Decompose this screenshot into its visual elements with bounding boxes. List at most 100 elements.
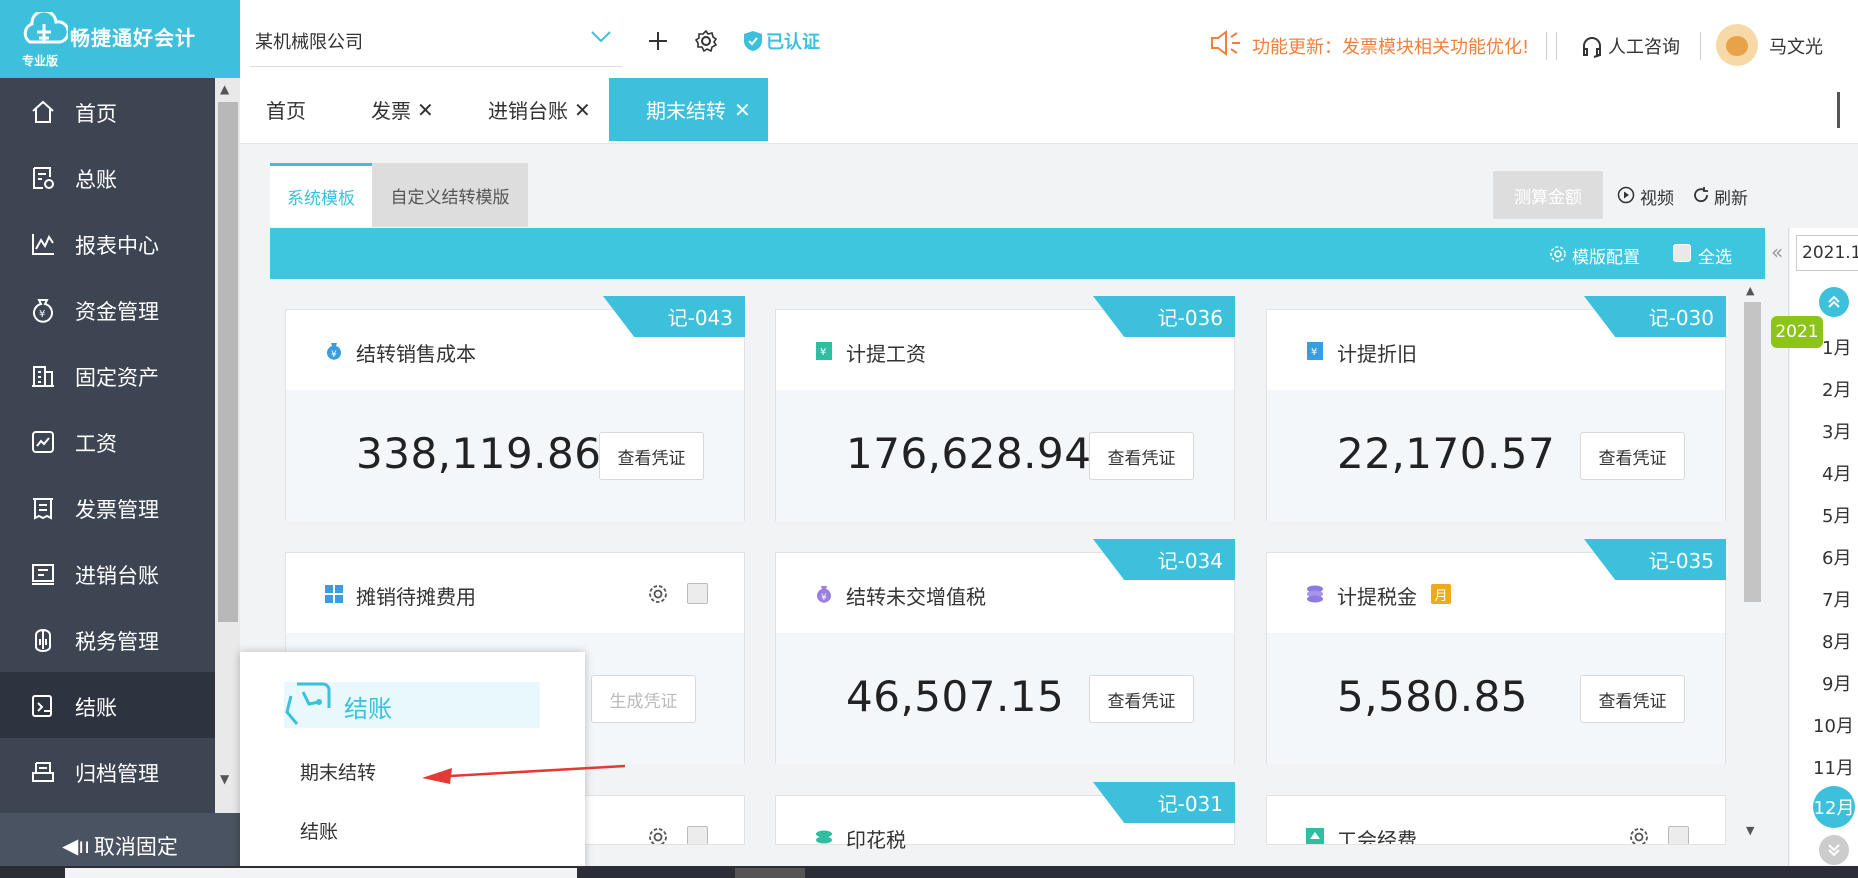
card-checkbox[interactable] bbox=[1668, 826, 1689, 844]
sidebar-item-archive[interactable]: 归档管理 bbox=[0, 738, 215, 804]
user-name[interactable]: 马文光 bbox=[1769, 33, 1823, 59]
card-sales-cost: ¥ 结转销售成本 记-043 338,119.86 查看凭证 bbox=[285, 296, 745, 521]
card-amount: 5,580.85 bbox=[1337, 672, 1529, 721]
app-logo[interactable]: 畅捷通好会计 专业版 bbox=[0, 0, 240, 78]
card-amount: 338,119.86 bbox=[356, 429, 602, 478]
speaker-back-icon: ◀ıı bbox=[62, 833, 90, 858]
unpin-label: 取消固定 bbox=[93, 834, 178, 859]
chevron-down-glyph bbox=[1828, 844, 1840, 857]
salary-doc-icon: ¥ bbox=[816, 342, 832, 360]
year-badge[interactable]: 2021 bbox=[1771, 316, 1823, 348]
update-notice-link[interactable]: 功能更新：发票模块相关功能优化! bbox=[1252, 33, 1529, 59]
divider bbox=[1700, 32, 1701, 60]
month-item-selected[interactable]: 12月 bbox=[1813, 786, 1855, 828]
tab-custom-template[interactable]: 自定义结转模版 bbox=[372, 163, 528, 227]
close-icon[interactable]: ✕ bbox=[574, 98, 591, 122]
voucher-number: 记-030 bbox=[1648, 306, 1714, 330]
close-icon[interactable]: ✕ bbox=[417, 98, 434, 122]
sidebar-item-ledger[interactable]: 总账 bbox=[0, 144, 215, 210]
gear-icon[interactable] bbox=[647, 583, 669, 605]
scroll-up-arrow-icon[interactable]: ▲ bbox=[220, 82, 229, 96]
tab-period-end-transfer[interactable]: 期末结转 ✕ bbox=[609, 78, 768, 141]
calculate-amount-button[interactable]: 测算金额 bbox=[1493, 171, 1603, 219]
card-accrued-salary: ¥ 计提工资 记-036 176,628.94 查看凭证 bbox=[775, 296, 1235, 521]
sidebar-item-invoice[interactable]: 发票管理 bbox=[0, 474, 215, 540]
month-item[interactable]: 9月 bbox=[1822, 670, 1851, 696]
card-amount: 22,170.57 bbox=[1337, 429, 1556, 478]
chevron-up-icon[interactable] bbox=[1819, 287, 1849, 317]
sidebar-item-fixed-assets[interactable]: 固定资产 bbox=[0, 342, 215, 408]
headset-icon bbox=[1583, 37, 1601, 58]
tab-home[interactable]: 首页 bbox=[240, 78, 340, 141]
sidebar-item-close-account[interactable]: 结账 bbox=[0, 672, 215, 738]
scroll-down-arrow-icon[interactable]: ▼ bbox=[1746, 824, 1754, 837]
sidebar-item-sales-ledger[interactable]: 进销台账 bbox=[0, 540, 215, 606]
submenu-item-period-end-transfer[interactable]: 期末结转 bbox=[300, 758, 376, 785]
voucher-tag[interactable]: 记-031 bbox=[1093, 782, 1235, 823]
generate-voucher-button[interactable]: 生成凭证 bbox=[591, 675, 696, 723]
card-title: 工会经费 bbox=[1337, 828, 1417, 845]
view-voucher-button[interactable]: 查看凭证 bbox=[1580, 675, 1685, 723]
refresh-icon bbox=[1694, 187, 1708, 203]
refresh-link[interactable]: 刷新 bbox=[1714, 184, 1748, 209]
month-item[interactable]: 6月 bbox=[1822, 544, 1851, 570]
card-union-fee: 工会经费 bbox=[1266, 795, 1726, 845]
tab-sales-ledger[interactable]: 进销台账 ✕ bbox=[462, 78, 607, 141]
month-item[interactable]: 7月 bbox=[1822, 586, 1851, 612]
view-voucher-button[interactable]: 查看凭证 bbox=[599, 432, 704, 480]
chevron-down-icon[interactable] bbox=[590, 30, 612, 44]
submenu-item-close-account[interactable]: 结账 bbox=[300, 817, 338, 844]
human-consult-link[interactable]: 人工咨询 bbox=[1608, 33, 1680, 59]
gear-icon[interactable] bbox=[647, 826, 669, 845]
month-item[interactable]: 5月 bbox=[1822, 502, 1851, 528]
company-select[interactable]: 某机械限公司 bbox=[255, 28, 363, 54]
select-all-label[interactable]: 全选 bbox=[1698, 243, 1732, 268]
subtab-label: 自定义结转模版 bbox=[390, 187, 510, 208]
plus-icon[interactable] bbox=[647, 30, 669, 52]
collapse-panel-icon[interactable]: « bbox=[1771, 240, 1783, 264]
sidebar-item-home[interactable]: 首页 bbox=[0, 78, 215, 144]
view-voucher-button[interactable]: 查看凭证 bbox=[1580, 432, 1685, 480]
sidebar-item-tax[interactable]: 税务管理 bbox=[0, 606, 215, 672]
month-item[interactable]: 1月 bbox=[1822, 334, 1851, 360]
month-item[interactable]: 10月 bbox=[1813, 712, 1854, 738]
sidebar-item-funds[interactable]: ¥ 资金管理 bbox=[0, 276, 215, 342]
year-badge-label: 2021 bbox=[1775, 322, 1819, 342]
scroll-up-arrow-icon[interactable]: ▲ bbox=[1746, 284, 1754, 297]
month-item[interactable]: 3月 bbox=[1822, 418, 1851, 444]
card-checkbox[interactable] bbox=[687, 826, 708, 844]
play-icon bbox=[1617, 186, 1635, 204]
close-icon[interactable]: ✕ bbox=[734, 98, 751, 122]
tab-invoice[interactable]: 发票 ✕ bbox=[343, 78, 453, 141]
video-link[interactable]: 视频 bbox=[1640, 184, 1674, 209]
svg-text:¥: ¥ bbox=[820, 347, 826, 358]
horizontal-scrollbar[interactable] bbox=[65, 868, 577, 878]
month-item[interactable]: 4月 bbox=[1822, 460, 1851, 486]
select-all-checkbox[interactable] bbox=[1673, 244, 1691, 262]
template-config-link[interactable]: 模版配置 bbox=[1572, 243, 1640, 268]
card-checkbox[interactable] bbox=[687, 583, 708, 604]
cards-scrollbar-thumb[interactable] bbox=[1744, 302, 1761, 602]
app-name: 畅捷通好会计 bbox=[70, 26, 196, 50]
gear-icon[interactable] bbox=[694, 29, 718, 53]
month-item[interactable]: 2月 bbox=[1822, 376, 1851, 402]
view-voucher-button[interactable]: 查看凭证 bbox=[1089, 432, 1194, 480]
period-input[interactable]: 2021.1 bbox=[1796, 235, 1858, 271]
taskbar-item[interactable] bbox=[735, 868, 805, 878]
sidebar-scrollbar-thumb[interactable] bbox=[218, 102, 238, 622]
submenu-title: 结账 bbox=[344, 695, 392, 723]
sidebar-item-reports[interactable]: 报表中心 bbox=[0, 210, 215, 276]
sidebar-item-label: 工资 bbox=[75, 432, 117, 456]
card-stamp-duty: 印花税 记-031 bbox=[775, 782, 1235, 852]
avatar[interactable] bbox=[1716, 24, 1758, 66]
sidebar-item-salary[interactable]: 工资 bbox=[0, 408, 215, 474]
chevron-down-icon[interactable] bbox=[1819, 835, 1849, 865]
month-item[interactable]: 11月 bbox=[1813, 754, 1854, 780]
gear-icon[interactable] bbox=[1628, 826, 1650, 845]
month-item[interactable]: 8月 bbox=[1822, 628, 1851, 654]
tab-system-template[interactable]: 系统模板 bbox=[270, 163, 372, 227]
sidebar-item-label: 总账 bbox=[75, 168, 117, 192]
svg-text:¥: ¥ bbox=[1311, 347, 1317, 358]
view-voucher-button[interactable]: 查看凭证 bbox=[1089, 675, 1194, 723]
scroll-down-arrow-icon[interactable]: ▼ bbox=[220, 772, 229, 786]
